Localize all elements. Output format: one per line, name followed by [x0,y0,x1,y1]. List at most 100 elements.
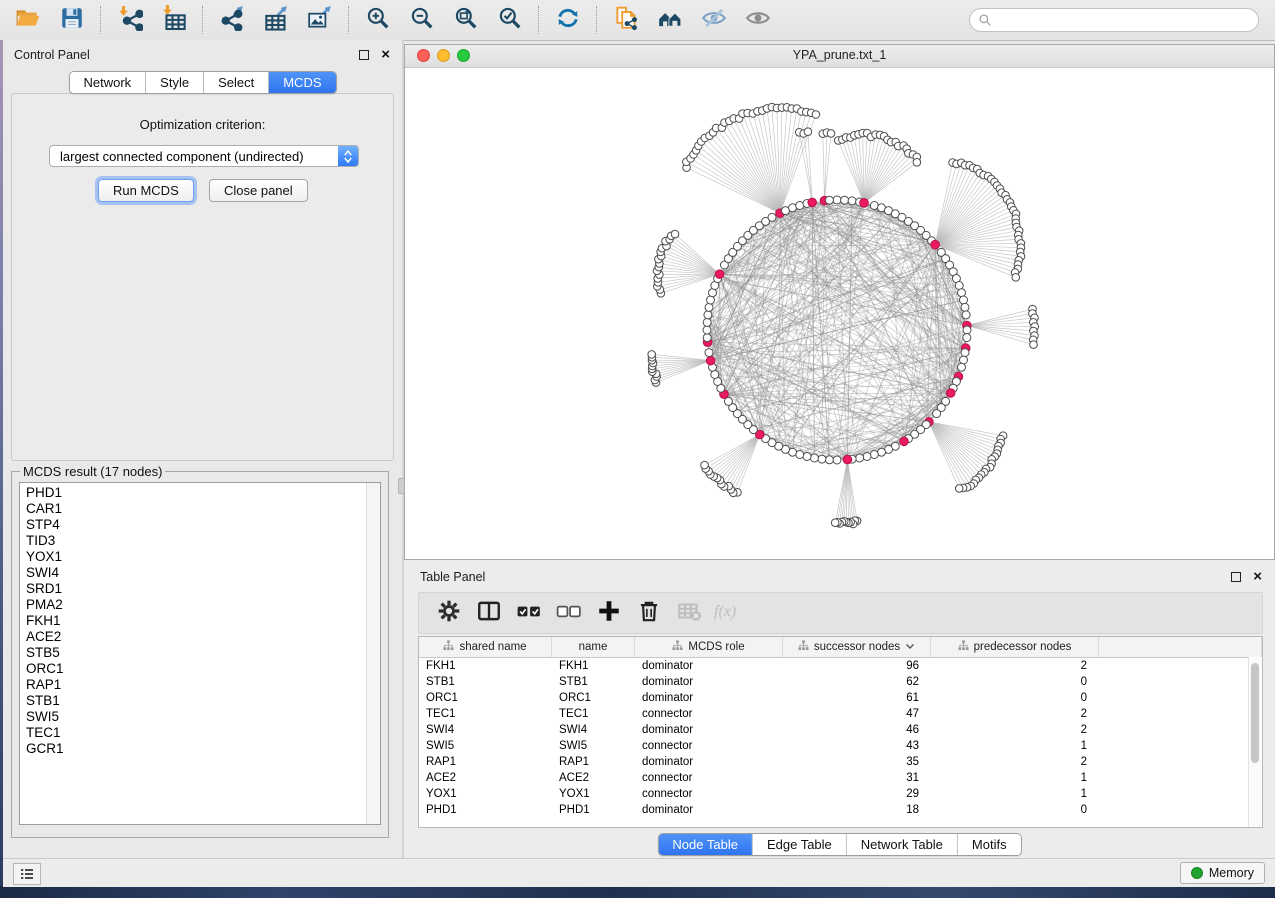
tab-network[interactable]: Network [69,72,146,93]
result-list-scrollbar[interactable] [366,483,380,824]
mcds-result-item[interactable]: SWI5 [26,709,380,725]
column-header-mcds-role[interactable]: MCDS role [635,637,783,657]
mcds-result-item[interactable]: STB5 [26,645,380,661]
table-row[interactable]: PHD1PHD1dominator180 [419,802,1262,818]
zoom-in-button[interactable] [363,5,393,35]
search-box[interactable] [969,8,1259,32]
mcds-result-item[interactable]: STP4 [26,517,380,533]
mcds-result-item[interactable]: FKH1 [26,613,380,629]
tab-style[interactable]: Style [146,72,204,93]
network-node[interactable] [796,202,804,210]
first-neighbors-button[interactable] [655,5,685,35]
network-canvas[interactable] [405,68,1274,560]
show-column-selector-button[interactable] [475,599,503,627]
select-all-columns-button[interactable] [515,599,543,627]
network-node[interactable] [961,349,969,357]
network-node[interactable] [963,326,971,334]
network-node[interactable] [963,334,971,342]
network-node[interactable] [856,454,864,462]
network-node[interactable] [703,326,711,334]
network-node[interactable] [825,196,833,204]
network-node[interactable] [818,455,826,463]
delete-column-button[interactable] [635,599,663,627]
dominator-node[interactable] [843,455,852,464]
mcds-result-item[interactable]: SWI4 [26,565,380,581]
network-node[interactable] [933,410,941,418]
network-node[interactable] [831,519,839,527]
network-node[interactable] [848,197,856,205]
column-header-name[interactable]: name [552,637,635,657]
network-node[interactable] [703,334,711,342]
column-header-predecessor-nodes[interactable]: predecessor nodes [931,637,1099,657]
mcds-result-item[interactable]: CAR1 [26,501,380,517]
add-column-button[interactable] [595,599,623,627]
network-node[interactable] [803,453,811,461]
mcds-result-item[interactable]: PMA2 [26,597,380,613]
dominator-node[interactable] [946,389,955,398]
network-node[interactable] [648,351,656,359]
network-node[interactable] [1030,341,1038,349]
close-panel-button[interactable]: Close panel [209,179,308,202]
dominator-node[interactable] [900,437,909,446]
network-node[interactable] [913,159,921,167]
mcds-result-item[interactable]: RAP1 [26,677,380,693]
tab-edge-table[interactable]: Edge Table [753,834,847,855]
zoom-selected-button[interactable] [495,5,525,35]
deselect-all-columns-button[interactable] [555,599,583,627]
network-node[interactable] [705,303,713,311]
mcds-result-item[interactable]: ORC1 [26,661,380,677]
mcds-result-item[interactable]: TID3 [26,533,380,549]
network-node[interactable] [870,451,878,459]
network-node[interactable] [804,128,812,136]
network-node[interactable] [703,318,711,326]
column-header-shared-name[interactable]: shared name [419,637,552,657]
tab-node-table[interactable]: Node Table [658,834,753,855]
save-session-button[interactable] [57,5,87,35]
network-node[interactable] [827,130,835,138]
table-row[interactable]: SWI5SWI5connector431 [419,738,1262,754]
network-window-titlebar[interactable]: YPA_prune.txt_1 [405,45,1274,68]
network-node[interactable] [960,356,968,364]
mcds-result-item[interactable]: TEC1 [26,725,380,741]
show-all-button[interactable] [743,5,773,35]
hide-selected-button[interactable] [699,5,729,35]
zoom-fit-button[interactable] [451,5,481,35]
float-table-panel-icon[interactable] [1231,572,1241,582]
tab-network-table[interactable]: Network Table [847,834,958,855]
table-row[interactable]: FKH1FKH1dominator962 [419,658,1262,674]
run-mcds-button[interactable]: Run MCDS [98,179,194,202]
network-node[interactable] [704,311,712,319]
export-network-button[interactable] [217,5,247,35]
open-session-button[interactable] [13,5,43,35]
network-node[interactable] [825,456,833,464]
duplicate-network-button[interactable] [611,5,641,35]
table-options-button[interactable] [435,599,463,627]
import-table-button[interactable] [159,5,189,35]
network-node[interactable] [701,461,709,469]
network-node[interactable] [810,454,818,462]
export-table-button[interactable] [261,5,291,35]
network-node[interactable] [833,196,841,204]
dominator-node[interactable] [860,199,869,208]
dominator-node[interactable] [706,356,715,365]
close-table-panel-icon[interactable]: × [1253,572,1262,582]
network-node[interactable] [962,311,970,319]
close-panel-icon[interactable]: × [381,50,390,60]
table-row[interactable]: ORC1ORC1dominator610 [419,690,1262,706]
network-node[interactable] [955,485,963,493]
mcds-result-item[interactable]: SRD1 [26,581,380,597]
refresh-layout-button[interactable] [553,5,583,35]
zoom-out-button[interactable] [407,5,437,35]
mcds-result-item[interactable]: ACE2 [26,629,380,645]
table-row[interactable]: ACE2ACE2connector311 [419,770,1262,786]
memory-button[interactable]: Memory [1180,862,1265,884]
show-panels-list-button[interactable] [13,863,41,885]
network-node[interactable] [961,303,969,311]
table-row[interactable]: STB1STB1dominator620 [419,674,1262,690]
network-node[interactable] [1012,274,1020,282]
network-node[interactable] [705,349,713,357]
network-node[interactable] [833,456,841,464]
network-node[interactable] [958,363,966,371]
float-panel-icon[interactable] [359,50,369,60]
table-scrollbar-thumb[interactable] [1251,663,1259,763]
